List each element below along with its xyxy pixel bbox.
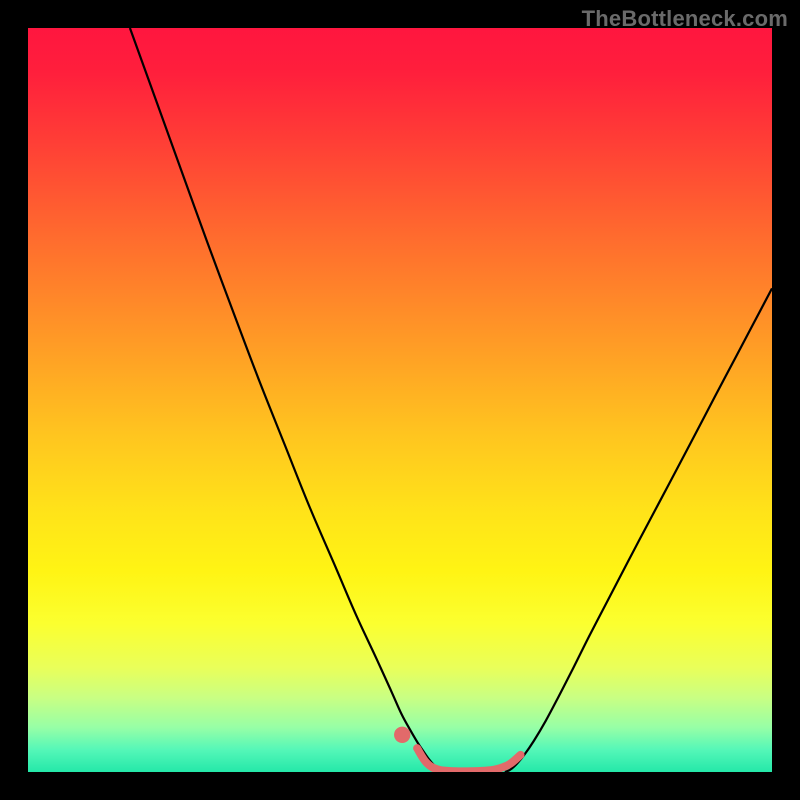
- valley-dot-marker: [394, 727, 410, 743]
- chart-frame: TheBottleneck.com: [0, 0, 800, 800]
- valley-floor-path: [417, 748, 520, 771]
- plot-area: [28, 28, 772, 772]
- left-curve-path: [130, 28, 444, 772]
- right-curve-path: [505, 288, 772, 772]
- curve-layer: [28, 28, 772, 772]
- watermark-text: TheBottleneck.com: [582, 6, 788, 32]
